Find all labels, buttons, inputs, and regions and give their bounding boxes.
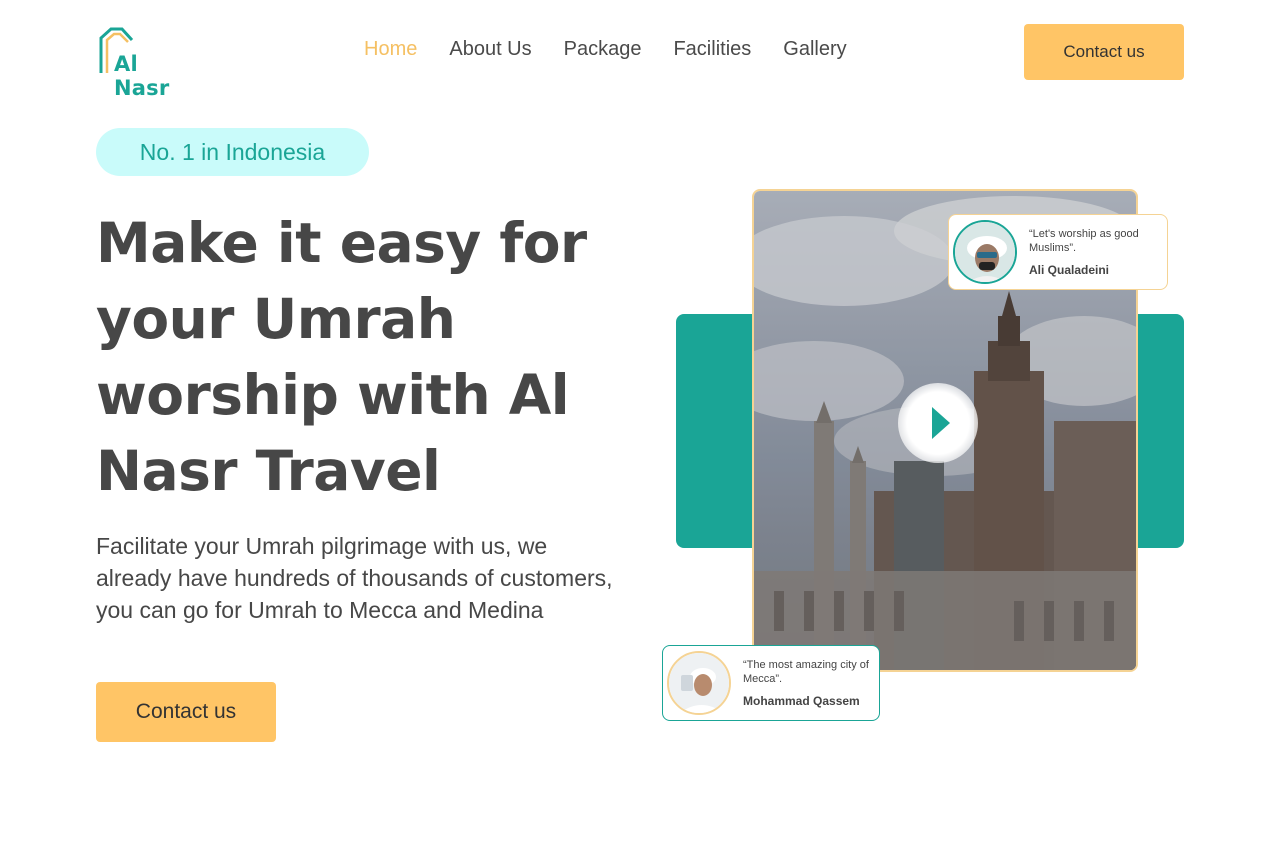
nav-item-package[interactable]: Package (564, 38, 642, 61)
testimonial-card: “Let's worship as good Muslims”. Ali Qua… (948, 214, 1168, 290)
hero-contact-button[interactable]: Contact us (96, 682, 276, 742)
avatar (953, 220, 1017, 284)
nav-item-home[interactable]: Home (364, 38, 417, 61)
testimonial-author: Mohammad Qassem (743, 694, 860, 708)
logo[interactable]: Al Nasr (96, 26, 196, 100)
avatar (667, 651, 731, 715)
hero-description: Facilitate your Umrah pilgrimage with us… (96, 533, 613, 623)
testimonial-card: “The most amazing city of Mecca”. Mohamm… (662, 645, 880, 721)
header-contact-button[interactable]: Contact us (1024, 24, 1184, 80)
nav-item-facilities[interactable]: Facilities (673, 38, 751, 61)
logo-text: Al Nasr (114, 52, 170, 100)
play-button[interactable] (898, 383, 978, 463)
nav-item-gallery[interactable]: Gallery (783, 38, 846, 61)
testimonial-author: Ali Qualadeini (1029, 263, 1110, 277)
hero-headline: Make it easy for your Umrah worship with… (96, 211, 587, 503)
play-icon (932, 407, 950, 439)
nav-item-about-us[interactable]: About Us (449, 38, 531, 61)
hero-badge: No. 1 in Indonesia (96, 128, 369, 176)
testimonial-quote: “Let's worship as good Muslims”. (1029, 228, 1139, 254)
main-nav: Home About Us Package Facilities Gallery (364, 38, 847, 61)
testimonial-quote: “The most amazing city of Mecca”. (743, 659, 869, 685)
